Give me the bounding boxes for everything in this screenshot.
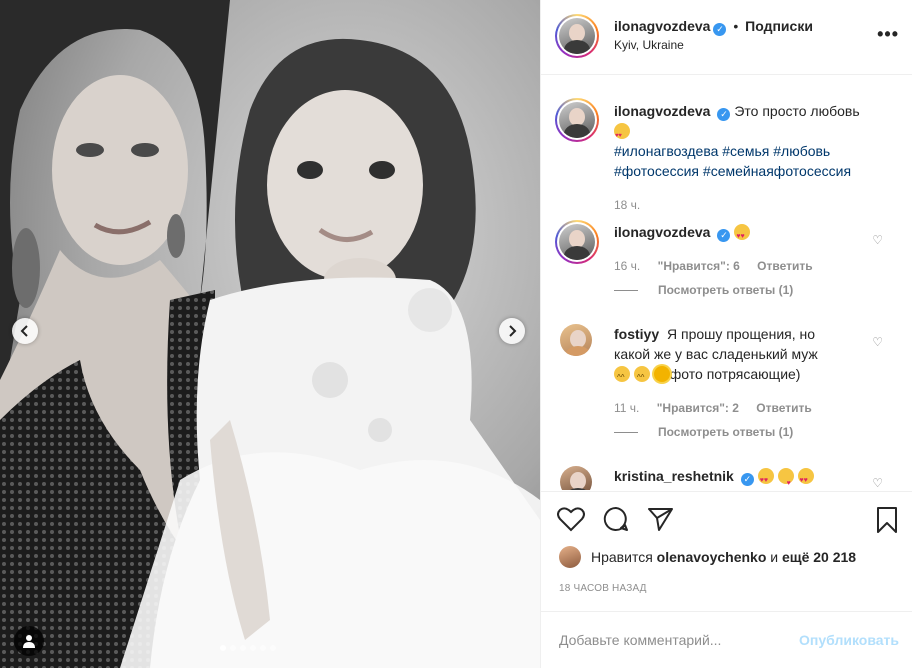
carousel-prev-button[interactable]	[12, 318, 38, 344]
verified-icon: ✓	[717, 108, 731, 121]
add-comment-bar: Добавьте комментарий... Опубликовать	[541, 611, 912, 668]
caption-meta: 18 ч.	[614, 198, 654, 212]
comment-reply-button[interactable]: Ответить	[757, 259, 812, 273]
tears-of-joy-emoji	[633, 366, 650, 388]
user-tag-icon	[23, 635, 35, 648]
carousel-dot	[250, 645, 256, 651]
share-icon[interactable]	[647, 506, 675, 532]
heart-eyes-emoji	[757, 468, 774, 490]
caption-time: 18 ч.	[614, 198, 641, 212]
comment: kristina_reshetnik ✓	[614, 466, 884, 490]
header-separator: •	[733, 18, 739, 34]
likes-summary: Нравится olenavoychenko и ещё 20 218	[559, 546, 856, 568]
carousel-next-button[interactable]	[499, 318, 525, 344]
comment-text-line1: Я прошу прощения, но	[667, 326, 816, 342]
comment-time: 16 ч.	[614, 259, 641, 273]
smiling-hearts-emoji	[614, 123, 630, 146]
view-replies-label: Посмотреть ответы (1)	[658, 425, 794, 439]
verified-icon: ✓	[713, 23, 727, 36]
more-options-button[interactable]: •••	[877, 24, 899, 45]
caption: ilonagvozdeva ✓ Это просто любовь #илонаг…	[614, 101, 884, 181]
carousel-dot	[240, 645, 246, 651]
likes-prefix: Нравится	[591, 549, 653, 565]
view-replies-button[interactable]: Посмотреть ответы (1)	[614, 283, 793, 297]
view-replies-button[interactable]: Посмотреть ответы (1)	[614, 425, 793, 439]
author-avatar[interactable]	[555, 14, 599, 58]
comment-like-button[interactable]: ♡	[872, 476, 883, 490]
verified-icon: ✓	[740, 473, 754, 486]
chevron-right-icon	[509, 325, 517, 337]
caption-username[interactable]: ilonagvozdeva	[614, 103, 710, 119]
comment: ilonagvozdeva ✓	[614, 222, 884, 247]
comment-reply-button[interactable]: Ответить	[756, 401, 811, 415]
user-tag-button[interactable]	[14, 626, 44, 656]
tears-of-joy-emoji	[614, 366, 630, 388]
comment-likes[interactable]: "Нравится": 6	[658, 259, 740, 273]
author-username[interactable]: ilonagvozdeva	[614, 18, 710, 34]
liker-username[interactable]: olenavoychenko	[657, 549, 767, 565]
carousel-indicator	[220, 645, 276, 651]
action-bar	[541, 491, 912, 541]
post-location[interactable]: Kyiv, Ukraine	[614, 38, 684, 52]
heart-icon[interactable]	[557, 506, 585, 532]
likes-middle: и	[770, 549, 779, 565]
chevron-left-icon	[20, 325, 28, 337]
caption-avatar[interactable]	[555, 98, 599, 142]
comment-avatar[interactable]	[558, 464, 594, 490]
comment-text-line3: фото потрясающие)	[669, 366, 801, 382]
post-timestamp[interactable]: 18 ЧАСОВ НАЗАД	[559, 583, 647, 594]
comments-list: ilonagvozdeva ✓ Это просто любовь #илонаг…	[541, 76, 912, 490]
comment-meta: 11 ч. "Нравится": 2 Ответить	[614, 401, 826, 415]
comment-input[interactable]: Добавьте комментарий...	[559, 632, 721, 648]
comment-text-line2: какой же у вас сладенький муж	[614, 346, 818, 362]
bookmark-icon[interactable]	[875, 506, 899, 534]
comment-like-button[interactable]: ♡	[872, 335, 883, 349]
comment-like-button[interactable]: ♡	[872, 233, 883, 247]
carousel-dot	[230, 645, 236, 651]
liker-avatar[interactable]	[559, 546, 581, 568]
comment-username[interactable]: fostiyy	[614, 326, 659, 342]
post-photo[interactable]	[0, 0, 540, 668]
comment-username[interactable]: kristina_reshetnik	[614, 468, 734, 484]
face-blowing-kiss-emoji	[777, 468, 794, 490]
heart-eyes-emoji	[734, 224, 751, 247]
comment-time: 11 ч.	[614, 401, 640, 415]
sun-emoji	[653, 366, 670, 382]
caption-hashtags-1[interactable]: #илонагвоздева #семья #любовь	[614, 143, 830, 159]
publish-button[interactable]: Опубликовать	[799, 632, 899, 648]
comment-icon[interactable]	[602, 506, 630, 532]
comment-avatar[interactable]	[558, 322, 594, 358]
carousel-dot	[220, 645, 226, 651]
comment-username[interactable]: ilonagvozdeva	[614, 224, 710, 240]
photo-scene	[0, 0, 540, 668]
post-side-panel: ilonagvozdeva ✓ • Подписки Kyiv, Ukraine …	[540, 0, 912, 668]
comment: fostiyy Я прошу прощения, но какой же у …	[614, 324, 884, 388]
carousel-dot	[260, 645, 266, 651]
comment-meta: 16 ч. "Нравится": 6 Ответить	[614, 259, 827, 273]
comment-likes[interactable]: "Нравится": 2	[657, 401, 739, 415]
caption-text: Это просто любовь	[734, 103, 860, 119]
verified-icon: ✓	[717, 229, 731, 242]
carousel-dot	[270, 645, 276, 651]
header-name-row: ilonagvozdeva ✓ • Подписки	[614, 18, 813, 36]
caption-hashtags-2[interactable]: #фотосессия #семейнаяфотосессия	[614, 163, 851, 179]
following-button[interactable]: Подписки	[745, 18, 813, 34]
comment-avatar[interactable]	[555, 220, 599, 264]
post-header: ilonagvozdeva ✓ • Подписки Kyiv, Ukraine …	[541, 0, 912, 75]
heart-eyes-emoji	[797, 468, 814, 490]
likes-count-button[interactable]: ещё 20 218	[782, 549, 856, 565]
view-replies-label: Посмотреть ответы (1)	[658, 283, 794, 297]
